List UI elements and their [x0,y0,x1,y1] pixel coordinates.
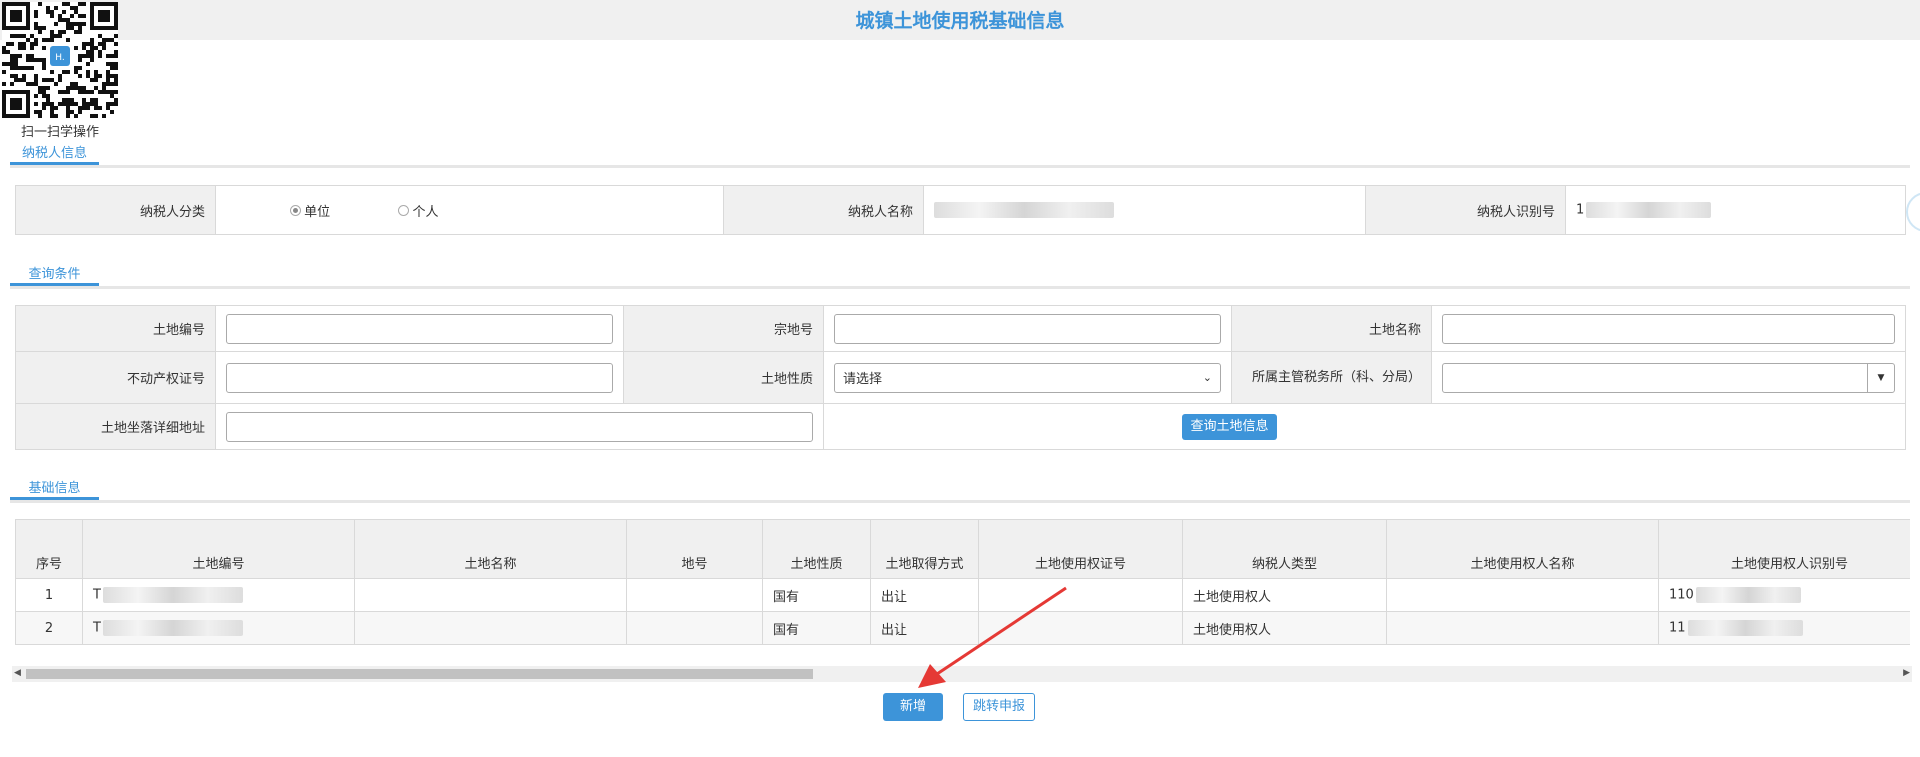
page-title: 城镇土地使用税基础信息 [855,10,1065,32]
address-label: 土地坐落详细地址 [15,403,216,450]
scroll-left-icon[interactable]: ◀ [14,668,21,678]
column-header[interactable]: 土地使用权人名称 [1386,519,1659,579]
land-no-label: 土地编号 [15,305,216,352]
search-land-button[interactable]: 查询土地信息 [1182,413,1277,440]
qr-caption: 扫一扫学操作 [20,125,99,140]
radio-individual-dot[interactable] [398,204,410,216]
section-tab-basic[interactable]: 基础信息 [10,477,99,500]
column-header[interactable]: 土地使用权人识别号 [1658,519,1910,579]
column-header[interactable]: 序号 [15,519,83,579]
land-nature-select[interactable]: 请选择 ⌄ [834,362,1221,393]
taxpayer-id-value: 1 [1565,185,1906,235]
tax-office-label: 所属主管税务所（科、分局） [1231,351,1432,404]
taxpayer-category-options: 单位 个人 [215,185,724,235]
qr-code: H. [2,2,118,118]
parcel-no-input[interactable] [834,313,1221,344]
taxpayer-info-table: 纳税人分类 单位 个人 纳税人名称 纳税人识别号 1 [15,185,1906,235]
section-divider [10,165,1910,168]
property-cert-input[interactable] [226,362,613,393]
radio-unit-dot[interactable] [290,204,302,216]
land-no-input[interactable] [226,313,613,344]
redacted-owner-id [1687,620,1803,636]
land-name-input[interactable] [1442,313,1895,344]
radio-individual[interactable]: 个人 [398,201,438,220]
qr-logo-text: H. [55,53,64,63]
dropdown-arrow-icon[interactable]: ▼ [1867,363,1894,392]
taxpayer-category-label: 纳税人分类 [15,185,216,235]
column-header[interactable]: 土地性质 [762,519,871,579]
query-form-table: 土地编号 宗地号 土地名称 不动产权证号 土地性质 请选择 ⌄ 所属主管税务所（科… [15,305,1906,450]
section-tab-query[interactable]: 查询条件 [10,263,99,286]
taxpayer-id-label: 纳税人识别号 [1365,185,1566,235]
column-header[interactable]: 地号 [626,519,763,579]
property-cert-label: 不动产权证号 [15,351,216,404]
owner-id-cell: 11 [1658,611,1910,645]
column-header[interactable]: 土地名称 [354,519,627,579]
redacted-land-no [102,620,243,636]
land-name-label: 土地名称 [1231,305,1432,352]
land-no-cell: T [82,578,355,612]
tax-office-combo[interactable]: ▼ [1442,362,1895,393]
taxpayer-name-value [923,185,1366,235]
chevron-down-icon: ⌄ [1202,371,1212,384]
address-input[interactable] [226,411,813,442]
radio-unit[interactable]: 单位 [290,201,330,220]
section-tab-taxpayer[interactable]: 纳税人信息 [10,142,99,165]
redacted-taxpayer-id [1586,202,1712,218]
redacted-owner-id [1695,587,1801,603]
column-header[interactable]: 土地使用权证号 [978,519,1183,579]
floating-help-button[interactable] [1906,192,1920,232]
arrow-head [918,664,946,688]
section-divider [10,286,1910,289]
section-divider [10,500,1910,503]
arrow-shaft [927,586,1067,682]
land-no-cell: T [82,611,355,645]
owner-id-cell: 110 [1658,578,1910,612]
qr-code-image: H. [2,2,118,118]
redacted-land-no [102,587,243,603]
annotation-arrow [918,586,1067,688]
column-header[interactable]: 纳税人类型 [1182,519,1387,579]
column-header[interactable]: 土地编号 [82,519,355,579]
land-nature-label: 土地性质 [623,351,824,404]
column-header[interactable]: 土地取得方式 [870,519,979,579]
taxpayer-name-label: 纳税人名称 [723,185,924,235]
parcel-no-label: 宗地号 [623,305,824,352]
scroll-right-icon[interactable]: ▶ [1903,668,1910,678]
scrollbar-thumb[interactable] [26,669,813,679]
redacted-taxpayer-name [934,202,1114,218]
